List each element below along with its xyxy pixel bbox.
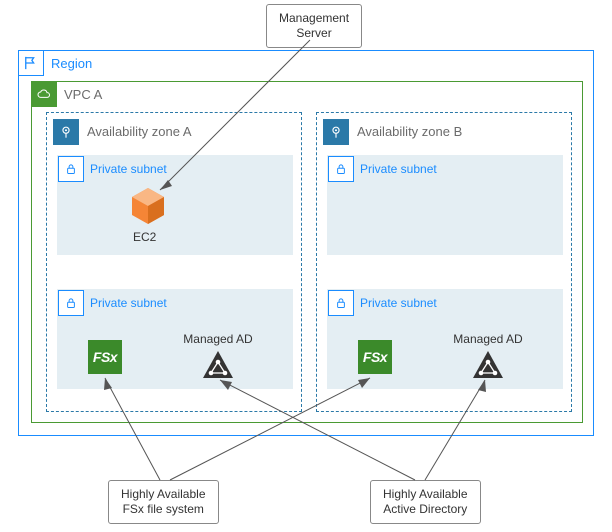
region-flag-icon: [18, 50, 44, 76]
az-pin-icon: [53, 119, 79, 145]
az-b-private-subnet-2: Private subnet FSx Managed AD: [327, 289, 563, 389]
fsx-text: FSx: [363, 349, 387, 365]
managed-ad-group: Managed AD: [448, 332, 528, 382]
az-a-private-subnet-2: Private subnet FSx Managed AD: [57, 289, 293, 389]
region-label: Region: [51, 56, 92, 71]
ec2-icon: [128, 186, 168, 226]
vpc-cloud-icon: [31, 81, 57, 107]
callout-ha-ad: Highly AvailableActive Directory: [370, 480, 481, 524]
availability-zone-b: Availability zone B Private subnet Priva…: [316, 112, 572, 412]
subnet-label: Private subnet: [360, 162, 437, 176]
fsx-icon: FSx: [88, 340, 122, 374]
managed-ad-group: Managed AD: [178, 332, 258, 382]
fsx-text: FSx: [93, 349, 117, 365]
callout-management-server: ManagementServer: [266, 4, 362, 48]
fsx-icon: FSx: [358, 340, 392, 374]
active-directory-icon: [201, 348, 235, 382]
az-b-label: Availability zone B: [357, 124, 462, 139]
vpc-container: VPC A Availability zone A Private subnet: [31, 81, 583, 423]
az-pin-icon: [323, 119, 349, 145]
subnet-label: Private subnet: [90, 162, 167, 176]
lock-icon: [328, 290, 354, 316]
region-container: Region VPC A Availability zone A Private…: [18, 50, 594, 436]
lock-icon: [58, 290, 84, 316]
az-b-private-subnet-1: Private subnet: [327, 155, 563, 255]
ec2-label: EC2: [133, 230, 156, 244]
vpc-label: VPC A: [64, 87, 102, 102]
callout-ha-fsx: Highly AvailableFSx file system: [108, 480, 219, 524]
managed-ad-label: Managed AD: [178, 332, 258, 346]
availability-zone-a: Availability zone A Private subnet EC2: [46, 112, 302, 412]
subnet-label: Private subnet: [90, 296, 167, 310]
callout-text: Highly AvailableFSx file system: [121, 487, 206, 516]
az-a-label: Availability zone A: [87, 124, 192, 139]
callout-text: Highly AvailableActive Directory: [383, 487, 468, 516]
active-directory-icon: [471, 348, 505, 382]
managed-ad-label: Managed AD: [448, 332, 528, 346]
az-a-private-subnet-1: Private subnet EC2: [57, 155, 293, 255]
callout-text: ManagementServer: [279, 11, 349, 40]
subnet-label: Private subnet: [360, 296, 437, 310]
lock-icon: [328, 156, 354, 182]
lock-icon: [58, 156, 84, 182]
